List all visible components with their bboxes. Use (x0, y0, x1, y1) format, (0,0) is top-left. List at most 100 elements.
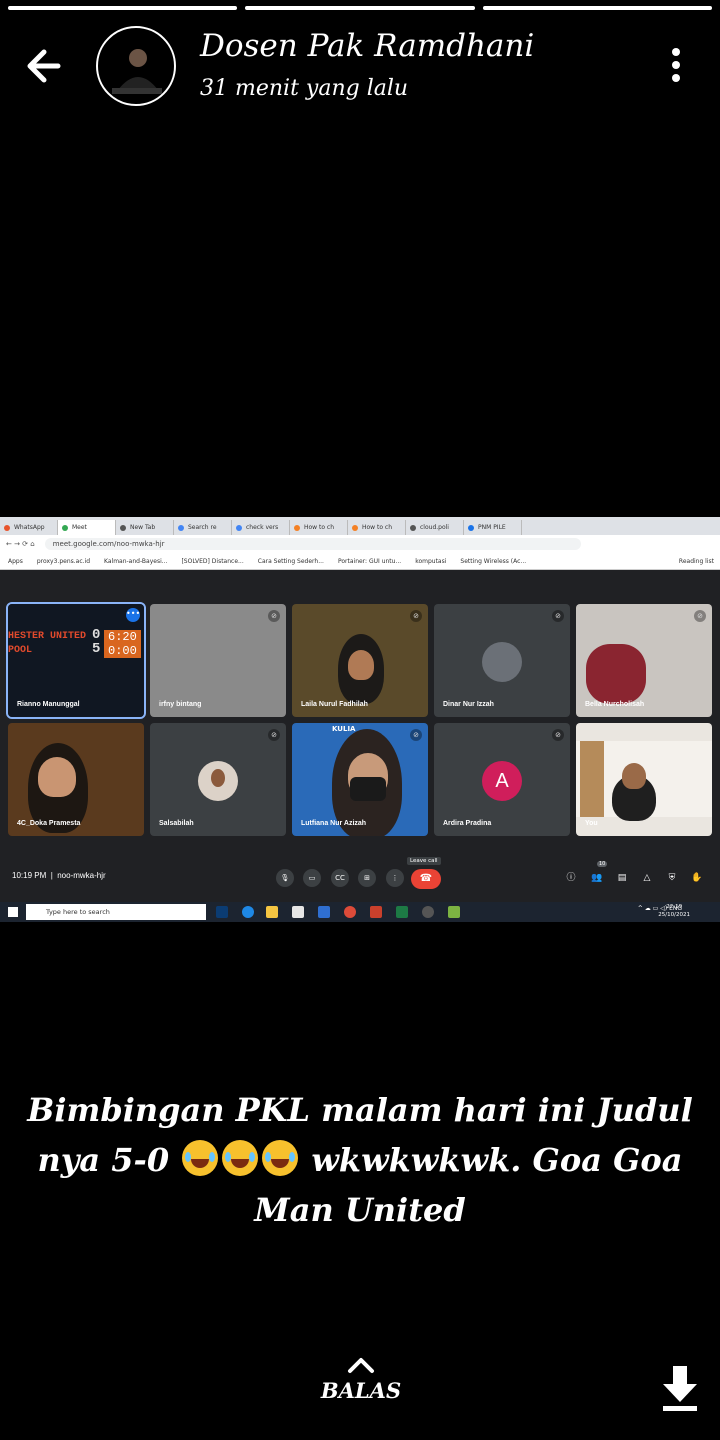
tab-favicon-icon (236, 524, 242, 531)
mic-off-icon: ⊘ (410, 610, 422, 622)
browser-tab[interactable]: WhatsApp (0, 520, 58, 535)
raise-hand-icon[interactable]: ✋ (690, 871, 704, 885)
bookmark-item[interactable]: Cara Setting Sederh... (258, 558, 324, 565)
tab-favicon-icon (4, 524, 10, 531)
mic-off-icon: ⊘ (410, 729, 422, 741)
tab-label: How to ch (362, 524, 393, 531)
captions-icon[interactable]: CC (331, 869, 349, 887)
bookmark-item[interactable]: komputasi (415, 558, 446, 565)
browser-tab[interactable]: How to ch (348, 520, 406, 535)
participant-count-badge: 10 (597, 861, 608, 867)
laughing-emoji-icon (262, 1140, 299, 1176)
team-name: POOL (8, 645, 33, 656)
reading-list[interactable]: Reading list (679, 558, 720, 565)
bookmark-item[interactable]: Setting Wireless (Ac... (460, 558, 526, 565)
score-value: 5 (92, 641, 101, 657)
photoshop-icon[interactable] (216, 906, 228, 918)
bookmarks-bar: Apps proxy3.pens.ac.id Kalman-and-Bayesi..… (0, 553, 720, 570)
clock-value: 0:00 (108, 644, 137, 658)
people-icon[interactable]: 👥 (590, 871, 604, 885)
participant-name: Lutfiana Nur Azizah (301, 820, 367, 827)
store-icon[interactable] (292, 906, 304, 918)
avatar[interactable] (96, 26, 176, 106)
browser-tab[interactable]: How to ch (290, 520, 348, 535)
more-options-icon: ••• (126, 608, 140, 622)
chat-icon[interactable]: ▤ (615, 871, 629, 885)
leave-call-button[interactable]: ☎ (411, 869, 441, 889)
caption-text: wkwkwkwk. Goa Goa Man United (254, 1141, 683, 1229)
tab-label: WhatsApp (14, 524, 45, 531)
tab-favicon-icon (410, 524, 416, 531)
download-icon[interactable] (660, 1364, 700, 1412)
tab-label: New Tab (130, 524, 156, 531)
browser-tab[interactable]: check vers (232, 520, 290, 535)
browser-tab[interactable]: cloud.poli (406, 520, 464, 535)
participant-tile: A ⊘ Ardira Pradina (434, 723, 570, 836)
participant-name: irfny bintang (159, 701, 202, 708)
back-arrow-icon[interactable] (22, 42, 74, 90)
bookmark-item[interactable]: Apps (8, 558, 23, 565)
laughing-emoji-icon (182, 1140, 219, 1176)
participant-tile: HESTER UNITED POOL 05 6:20 0:00 ••• Rianno… (6, 602, 146, 719)
taskbar-time: 22:19 (666, 904, 683, 910)
windows-taskbar: Type here to search ^ ☁ ▭ ◁) ENG 22:19 2… (0, 902, 720, 922)
file-explorer-icon[interactable] (266, 906, 278, 918)
participant-tile: ⊘ Laila Nurul Fadhilah (292, 604, 428, 717)
url-field: meet.google.com/noo-mwka-hjr (44, 538, 581, 550)
info-icon[interactable]: ⓘ (564, 871, 578, 885)
tab-favicon-icon (120, 524, 126, 531)
mail-icon[interactable] (318, 906, 330, 918)
more-options-icon[interactable]: ⋮ (386, 869, 404, 887)
participant-name: Ardira Pradina (443, 820, 492, 827)
bookmark-item[interactable]: Kalman-and-Bayesi... (104, 558, 167, 565)
participant-name: Laila Nurul Fadhilah (301, 701, 368, 708)
slide-title: KULIA (332, 725, 356, 733)
meet-control-bar: 10:19 PM | noo-mwka-hjr Leave call 🎙 ▭ C… (0, 857, 720, 899)
taskbar-date: 25/10/2021 (658, 912, 690, 918)
mic-icon[interactable]: 🎙 (276, 869, 294, 887)
participant-tile: 4C_Doka Pramesta (8, 723, 144, 836)
shield-icon[interactable]: ⛨ (665, 871, 679, 885)
present-icon[interactable]: ⊞ (358, 869, 376, 887)
taskbar-search-input[interactable]: Type here to search (26, 904, 206, 920)
bookmark-item[interactable]: Portainer: GUI untu... (338, 558, 401, 565)
meet-screenshot: WhatsApp Meet New Tab Search re check vers Ho… (0, 517, 720, 922)
windows-start-icon[interactable] (8, 907, 18, 917)
excel-icon[interactable] (396, 906, 408, 918)
camera-icon[interactable]: ▭ (303, 869, 321, 887)
edge-icon[interactable] (242, 906, 254, 918)
activities-icon[interactable]: △ (640, 871, 654, 885)
app-icon[interactable] (422, 906, 434, 918)
mic-off-icon: ⊘ (694, 610, 706, 622)
score-value: 0 (92, 627, 101, 643)
browser-tab-strip: WhatsApp Meet New Tab Search re check vers Ho… (0, 517, 720, 535)
person-silhouette (586, 644, 646, 704)
powerpoint-icon[interactable] (370, 906, 382, 918)
more-options-icon[interactable] (664, 48, 688, 84)
laughing-emoji-icon (222, 1140, 259, 1176)
participant-name: Rianno Manunggal (17, 701, 80, 708)
story-header: Dosen Pak Ramdhani 31 menit yang lalu (0, 24, 720, 108)
tab-favicon-icon (352, 524, 358, 531)
browser-tab[interactable]: PNM PILE (464, 520, 522, 535)
app-icon[interactable] (448, 906, 460, 918)
tab-label: check vers (246, 524, 279, 531)
browser-tab[interactable]: Search re (174, 520, 232, 535)
meeting-code: noo-mwka-hjr (57, 871, 106, 880)
bookmark-item[interactable]: [SOLVED] Distance... (181, 558, 243, 565)
progress-segment (245, 6, 475, 10)
progress-segment (8, 6, 238, 10)
mic-off-icon: ⊘ (268, 729, 280, 741)
participant-tile: ⊘ Salsabilah (150, 723, 286, 836)
tab-label: PNM PILE (478, 524, 506, 531)
browser-tab[interactable]: New Tab (116, 520, 174, 535)
avatar (482, 642, 522, 682)
clock-value: 6:20 (108, 630, 137, 644)
browser-tab[interactable]: Meet (58, 520, 116, 535)
bookmark-item[interactable]: proxy3.pens.ac.id (37, 558, 90, 565)
reply-button[interactable]: BALAS (316, 1356, 406, 1403)
chrome-icon[interactable] (344, 906, 356, 918)
nav-arrows-icon: ← → ⟳ ⌂ (6, 540, 35, 548)
participant-name: You (585, 820, 598, 827)
person-face (348, 650, 374, 680)
